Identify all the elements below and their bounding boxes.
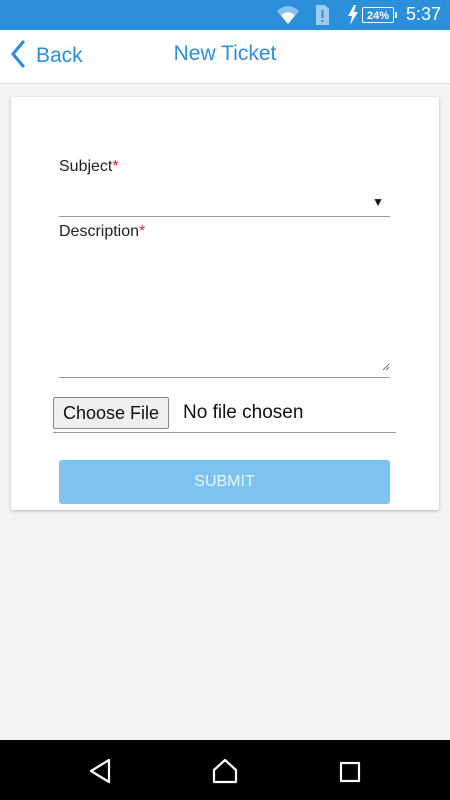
submit-button[interactable]: SUBMIT <box>59 460 390 504</box>
file-upload-row: Choose File No file chosen <box>53 397 396 433</box>
home-icon[interactable] <box>212 758 238 789</box>
subject-label: Subject* <box>59 158 119 176</box>
back-button[interactable]: Back <box>10 39 83 73</box>
resize-handle-icon[interactable] <box>382 358 390 376</box>
clock: 5:37 <box>406 4 442 24</box>
description-label: Description* <box>59 223 145 241</box>
file-status-text: No file chosen <box>183 402 304 423</box>
required-marker: * <box>139 223 146 240</box>
bolt-icon <box>347 5 359 30</box>
chevron-left-icon <box>10 39 26 73</box>
sim-alert-icon <box>314 4 330 31</box>
back-label: Back <box>36 44 83 67</box>
square-recents-icon[interactable] <box>339 761 361 788</box>
required-marker: * <box>112 158 119 175</box>
status-bar: 24% 5:37 <box>0 0 450 30</box>
ticket-form-card: Subject* ▼ Description* Choose File No f… <box>11 97 439 510</box>
triangle-back-icon[interactable] <box>88 758 112 789</box>
choose-file-button[interactable]: Choose File <box>53 397 170 429</box>
app-bar: Back New Ticket <box>0 30 450 84</box>
description-label-text: Description <box>59 223 140 240</box>
battery-indicator: 24% <box>362 7 397 23</box>
description-textarea[interactable] <box>59 252 390 378</box>
caret-down-icon: ▼ <box>372 195 384 209</box>
subject-select[interactable]: ▼ <box>59 194 390 217</box>
system-nav-bar <box>0 740 450 800</box>
subject-label-text: Subject <box>59 158 113 175</box>
wifi-icon <box>276 4 300 31</box>
